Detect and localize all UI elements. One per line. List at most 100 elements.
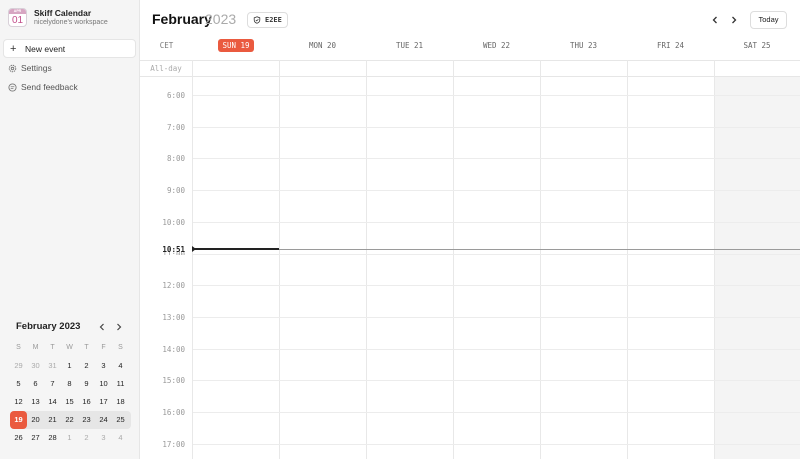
grid-divider: [192, 60, 193, 459]
new-event-button[interactable]: + New event: [3, 39, 136, 58]
day-header-today[interactable]: SUN 19: [193, 38, 279, 54]
hour-label: 14:00: [162, 345, 185, 354]
send-feedback-link[interactable]: Send feedback: [8, 81, 78, 93]
hour-line: [193, 127, 800, 128]
mini-day[interactable]: 13: [27, 393, 44, 411]
sidebar: APR 01 Skiff Calendar nicelydone's works…: [0, 0, 140, 459]
hour-label: 6:00: [166, 91, 185, 100]
mini-day[interactable]: 22: [61, 411, 78, 429]
new-event-label: New event: [25, 43, 66, 54]
mini-day[interactable]: 6: [27, 375, 44, 393]
timezone-label: CET: [159, 41, 174, 50]
mini-prev-month-icon[interactable]: [97, 322, 107, 332]
mini-week-row: 29 30 31 1 2 3 4: [10, 357, 131, 375]
day-header[interactable]: TUE 21: [366, 38, 453, 54]
mini-day[interactable]: 26: [10, 429, 27, 447]
mini-day[interactable]: 4: [112, 357, 129, 375]
mini-day[interactable]: 11: [112, 375, 129, 393]
workspace-title[interactable]: Skiff Calendar: [34, 8, 91, 18]
mini-day[interactable]: 24: [95, 411, 112, 429]
mini-weekday: M: [32, 344, 39, 351]
day-header[interactable]: THU 23: [540, 38, 627, 54]
hour-line: [193, 444, 800, 445]
mini-day[interactable]: 21: [44, 411, 61, 429]
mini-weekday: F: [101, 344, 106, 351]
calendar-app-icon: APR 01: [8, 8, 27, 27]
day-header[interactable]: SAT 25: [714, 38, 800, 54]
mini-day[interactable]: 30: [27, 357, 44, 375]
mini-day[interactable]: 2: [78, 429, 95, 447]
mini-day[interactable]: 14: [44, 393, 61, 411]
day-header[interactable]: FRI 24: [627, 38, 714, 54]
hour-label: 16:00: [162, 408, 185, 417]
mini-day[interactable]: 12: [10, 393, 27, 411]
mini-day[interactable]: 3: [95, 357, 112, 375]
grid-divider: [714, 60, 715, 459]
mini-calendar-grid: S M T W T F S 29 30 31 1 2 3 4 5 6 7 8 9…: [10, 339, 131, 447]
e2ee-badge[interactable]: E2EE: [247, 12, 288, 28]
hour-label: 17:00: [162, 440, 185, 449]
mini-day[interactable]: 10: [95, 375, 112, 393]
settings-link[interactable]: Settings: [8, 62, 52, 74]
today-button[interactable]: Today: [750, 11, 787, 29]
hour-label: 8:00: [166, 154, 185, 163]
mini-day[interactable]: 1: [61, 429, 78, 447]
mini-day[interactable]: 3: [95, 429, 112, 447]
mini-day[interactable]: 2: [78, 357, 95, 375]
hour-label: 7:00: [166, 123, 185, 132]
hour-line: [193, 285, 800, 286]
mini-day[interactable]: 23: [78, 411, 95, 429]
mini-day[interactable]: 27: [27, 429, 44, 447]
mini-day[interactable]: 20: [27, 411, 44, 429]
mini-day[interactable]: 4: [112, 429, 129, 447]
current-time-line: [279, 248, 800, 250]
mini-day[interactable]: 8: [61, 375, 78, 393]
grid-divider: [627, 60, 628, 459]
hour-label: 15:00: [162, 376, 185, 385]
mini-selected-week-row: 19 20 21 22 23 24 25: [10, 411, 131, 429]
hour-line: [193, 254, 800, 255]
mini-week-row: 26 27 28 1 2 3 4: [10, 429, 131, 447]
calendar-app: APR 01 Skiff Calendar nicelydone's works…: [0, 0, 800, 459]
day-header-today-label: SUN 19: [218, 39, 254, 52]
current-time-label: 10:51: [162, 245, 185, 254]
grid-divider: [540, 60, 541, 459]
mini-day[interactable]: 17: [95, 393, 112, 411]
mini-day[interactable]: 1: [61, 357, 78, 375]
mini-next-month-icon[interactable]: [114, 322, 124, 332]
mini-day[interactable]: 18: [112, 393, 129, 411]
mini-day[interactable]: 5: [10, 375, 27, 393]
grid-divider: [279, 60, 280, 459]
mini-weekday: T: [50, 344, 55, 351]
grid-divider: [366, 60, 367, 459]
mini-day[interactable]: 15: [61, 393, 78, 411]
hour-label: 13:00: [162, 313, 185, 322]
mini-day[interactable]: 7: [44, 375, 61, 393]
mini-day[interactable]: 25: [112, 411, 129, 429]
hour-line: [193, 190, 800, 191]
all-day-row[interactable]: [140, 60, 800, 77]
mini-day-today[interactable]: 19: [10, 411, 27, 429]
mini-calendar-title: February 2023: [16, 321, 81, 332]
mini-day[interactable]: 9: [78, 375, 95, 393]
mini-weekday: W: [66, 344, 73, 351]
day-header[interactable]: WED 22: [453, 38, 540, 54]
day-header[interactable]: MON 20: [279, 38, 366, 54]
hour-label: 12:00: [162, 281, 185, 290]
hour-line: [193, 95, 800, 96]
workspace-subtitle: nicelydone's workspace: [34, 19, 108, 26]
current-time-line-today: [193, 248, 279, 250]
current-time-marker: [192, 246, 196, 252]
all-day-label: All-day: [150, 64, 182, 73]
mini-day[interactable]: 16: [78, 393, 95, 411]
prev-week-icon[interactable]: [710, 14, 720, 26]
send-feedback-label: Send feedback: [21, 82, 78, 92]
hour-line: [193, 349, 800, 350]
hour-label: 9:00: [166, 186, 185, 195]
settings-label: Settings: [21, 63, 52, 73]
next-week-icon[interactable]: [729, 14, 739, 26]
mini-day[interactable]: 31: [44, 357, 61, 375]
mini-day[interactable]: 29: [10, 357, 27, 375]
mini-day[interactable]: 28: [44, 429, 61, 447]
hour-line: [193, 412, 800, 413]
